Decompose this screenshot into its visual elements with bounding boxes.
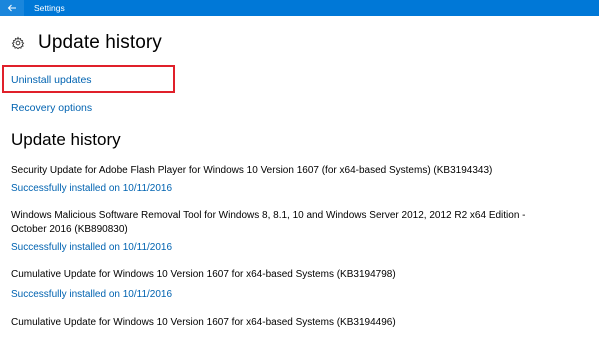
update-status-link[interactable]: Successfully installed on 10/11/2016 — [11, 241, 591, 255]
list-item: Windows Malicious Software Removal Tool … — [11, 209, 591, 255]
list-item: Cumulative Update for Windows 10 Version… — [11, 268, 591, 302]
gear-icon — [10, 35, 26, 51]
back-button[interactable] — [0, 0, 24, 16]
update-name: Security Update for Adobe Flash Player f… — [11, 165, 493, 176]
window-title: Settings — [34, 3, 65, 13]
back-arrow-icon — [7, 4, 16, 12]
title-bar: Settings — [0, 0, 599, 16]
page-header: Update history — [10, 32, 162, 54]
list-item: Security Update for Adobe Flash Player f… — [11, 164, 591, 196]
update-name: Cumulative Update for Windows 10 Version… — [11, 317, 396, 328]
uninstall-updates-link[interactable]: Uninstall updates — [11, 74, 92, 86]
update-name: Cumulative Update for Windows 10 Version… — [11, 269, 396, 280]
update-status-link[interactable]: Successfully installed on 10/11/2016 — [11, 182, 591, 196]
update-status-link[interactable]: Successfully installed on 10/11/2016 — [11, 288, 591, 302]
list-item: Cumulative Update for Windows 10 Version… — [11, 316, 591, 330]
update-name: Windows Malicious Software Removal Tool … — [11, 210, 526, 221]
recovery-options-link[interactable]: Recovery options — [11, 102, 92, 114]
section-title: Update history — [11, 130, 121, 149]
page-title: Update history — [38, 32, 162, 53]
update-name-continued: October 2016 (KB890830) — [11, 224, 128, 235]
